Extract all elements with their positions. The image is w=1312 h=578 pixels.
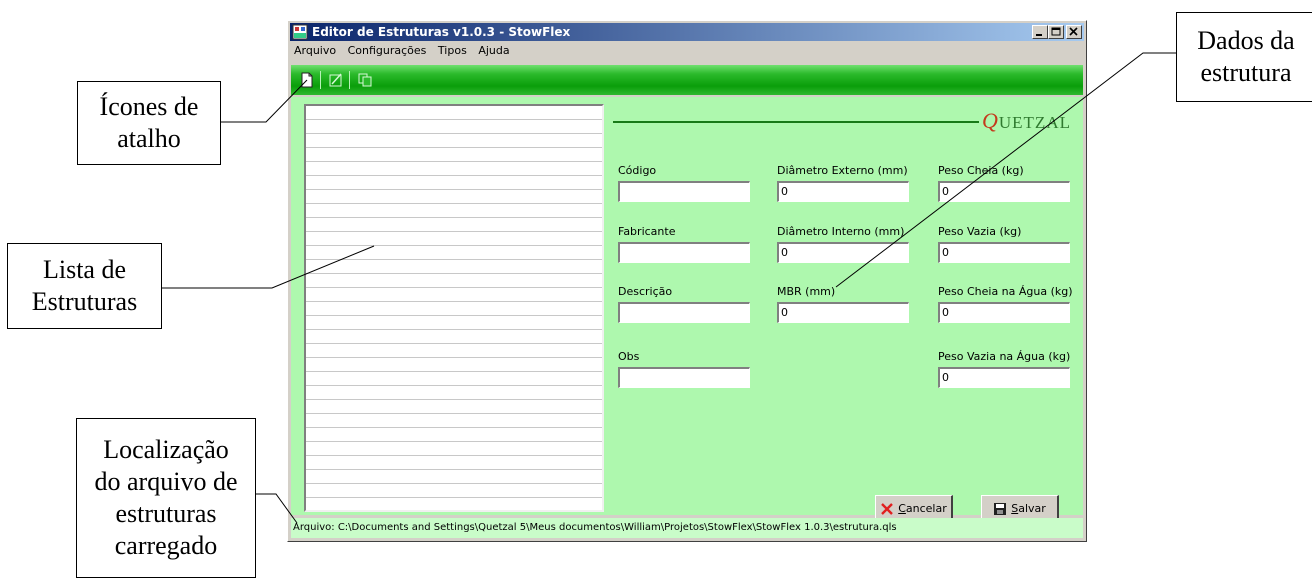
codigo-field[interactable]: [618, 181, 750, 202]
cancel-label: Cancelar: [898, 502, 947, 515]
descricao-label: Descrição: [618, 285, 673, 298]
peso-vazia-agua-label: Peso Vazia na Água (kg): [938, 350, 1071, 363]
diametro-externo-label: Diâmetro Externo (mm): [777, 164, 908, 177]
quetzal-logo: QUETZAL: [982, 108, 1071, 133]
save-icon: [994, 502, 1007, 515]
new-file-icon[interactable]: [299, 72, 315, 88]
toolbar-separator: [349, 71, 350, 89]
peso-vazia-label: Peso Vazia (kg): [938, 225, 1022, 238]
title-bar[interactable]: Editor de Estruturas v1.0.3 - StowFlex: [290, 23, 1084, 41]
menu-configuracoes[interactable]: Configurações: [344, 42, 431, 58]
menu-arquivo[interactable]: Arquivo: [290, 42, 340, 58]
close-icon: [1069, 27, 1078, 36]
edit-icon[interactable]: [328, 72, 344, 88]
peso-cheia-label: Peso Cheia (kg): [938, 164, 1024, 177]
diametro-interno-label: Diâmetro Interno (mm): [777, 225, 905, 238]
peso-cheia-agua-field[interactable]: 0: [938, 302, 1070, 323]
mbr-label: MBR (mm): [777, 285, 836, 298]
peso-cheia-field[interactable]: 0: [938, 181, 1070, 202]
peso-vazia-field[interactable]: 0: [938, 242, 1070, 263]
fabricante-label: Fabricante: [618, 225, 676, 238]
close-button[interactable]: [1066, 25, 1082, 39]
peso-cheia-agua-label: Peso Cheia na Água (kg): [938, 285, 1073, 298]
menu-ajuda[interactable]: Ajuda: [474, 42, 513, 58]
maximize-icon: [1051, 27, 1061, 36]
callout-lista-de-estruturas: Lista de Estruturas: [7, 243, 162, 329]
toolbar-separator: [320, 71, 321, 89]
status-bar: Arquivo: C:\Documents and Settings\Quetz…: [291, 518, 1083, 538]
obs-label: Obs: [618, 350, 640, 363]
app-icon[interactable]: [292, 24, 308, 40]
client-area: QUETZAL Código Fabricante Descrição Obs …: [291, 97, 1083, 523]
menu-tipos[interactable]: Tipos: [434, 42, 471, 58]
callout-localizacao-arquivo: Localização do arquivo de estruturas carre…: [76, 418, 256, 578]
diametro-externo-field[interactable]: 0: [777, 181, 909, 202]
window-title: Editor de Estruturas v1.0.3 - StowFlex: [312, 25, 571, 39]
callout-icones-de-atalho: Ícones de atalho: [77, 81, 221, 165]
structure-list[interactable]: [304, 104, 604, 512]
callout-dados-da-estrutura: Dados da estrutura: [1176, 12, 1312, 102]
mbr-field[interactable]: 0: [777, 302, 909, 323]
peso-vazia-agua-field[interactable]: 0: [938, 367, 1070, 388]
codigo-label: Código: [618, 164, 657, 177]
app-window: Editor de Estruturas v1.0.3 - StowFlex A…: [287, 20, 1087, 542]
obs-field[interactable]: [618, 367, 750, 388]
header-rule: [613, 121, 979, 123]
descricao-field[interactable]: [618, 302, 750, 323]
save-label: Salvar: [1011, 502, 1046, 515]
toolbar: [291, 65, 1083, 95]
maximize-button[interactable]: [1048, 25, 1064, 39]
cancel-icon: [881, 502, 894, 515]
minimize-button[interactable]: [1032, 25, 1048, 39]
minimize-icon: [1036, 34, 1042, 36]
menu-bar: Arquivo Configurações Tipos Ajuda: [290, 42, 1084, 60]
diametro-interno-field[interactable]: 0: [777, 242, 909, 263]
fabricante-field[interactable]: [618, 242, 750, 263]
copy-icon[interactable]: [357, 72, 373, 88]
